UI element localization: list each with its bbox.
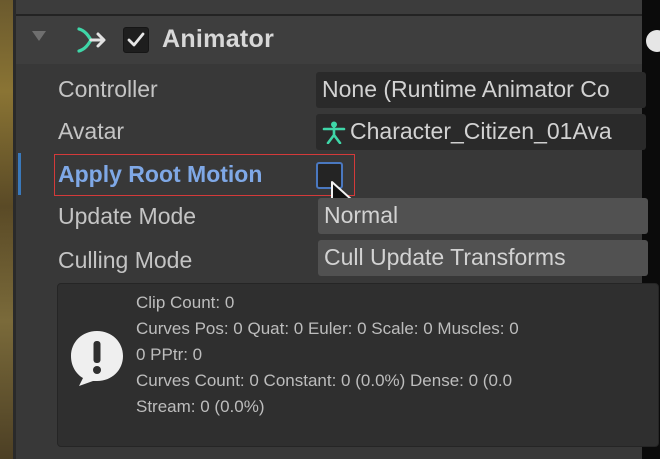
scene-view-edge [0,0,16,459]
info-line: Stream: 0 (0.0%) [136,397,265,416]
update-mode-value: Normal [324,202,399,228]
avatar-field[interactable]: Character_Citizen_01Ava [316,114,646,150]
info-line: Curves Pos: 0 Quat: 0 Euler: 0 Scale: 0 … [136,319,519,338]
avatar-label: Avatar [58,118,125,144]
annotation-highlight [54,154,355,196]
exclamation-speech-bubble-icon [71,331,123,386]
previous-component-footer [16,0,642,16]
culling-mode-label: Culling Mode [58,247,193,273]
component-title: Animator [162,25,275,53]
avatar-value: Character_Citizen_01Ava [350,118,612,144]
info-line: Clip Count: 0 [136,293,235,312]
animator-info-box: Clip Count: 0 Curves Pos: 0 Quat: 0 Eule… [57,283,659,447]
controller-field[interactable]: None (Runtime Animator Co [316,72,646,108]
culling-mode-value: Cull Update Transforms [324,244,566,270]
checkmark-icon [127,32,145,47]
humanoid-avatar-icon [322,121,346,144]
selection-indicator [18,153,21,195]
controller-value: None (Runtime Animator Co [322,76,610,102]
update-mode-label: Update Mode [58,203,197,229]
controller-label: Controller [58,76,158,102]
culling-mode-dropdown[interactable]: Cull Update Transforms [318,240,648,276]
info-line: Curves Count: 0 Constant: 0 (0.0%) Dense… [136,371,513,390]
chevron-down-icon[interactable] [32,31,46,41]
info-line: 0 PPtr: 0 [136,345,203,364]
component-header[interactable]: Animator [16,16,660,64]
component-enabled-checkbox[interactable] [123,27,149,53]
update-mode-dropdown[interactable]: Normal [318,198,648,234]
animator-icon [77,27,106,53]
